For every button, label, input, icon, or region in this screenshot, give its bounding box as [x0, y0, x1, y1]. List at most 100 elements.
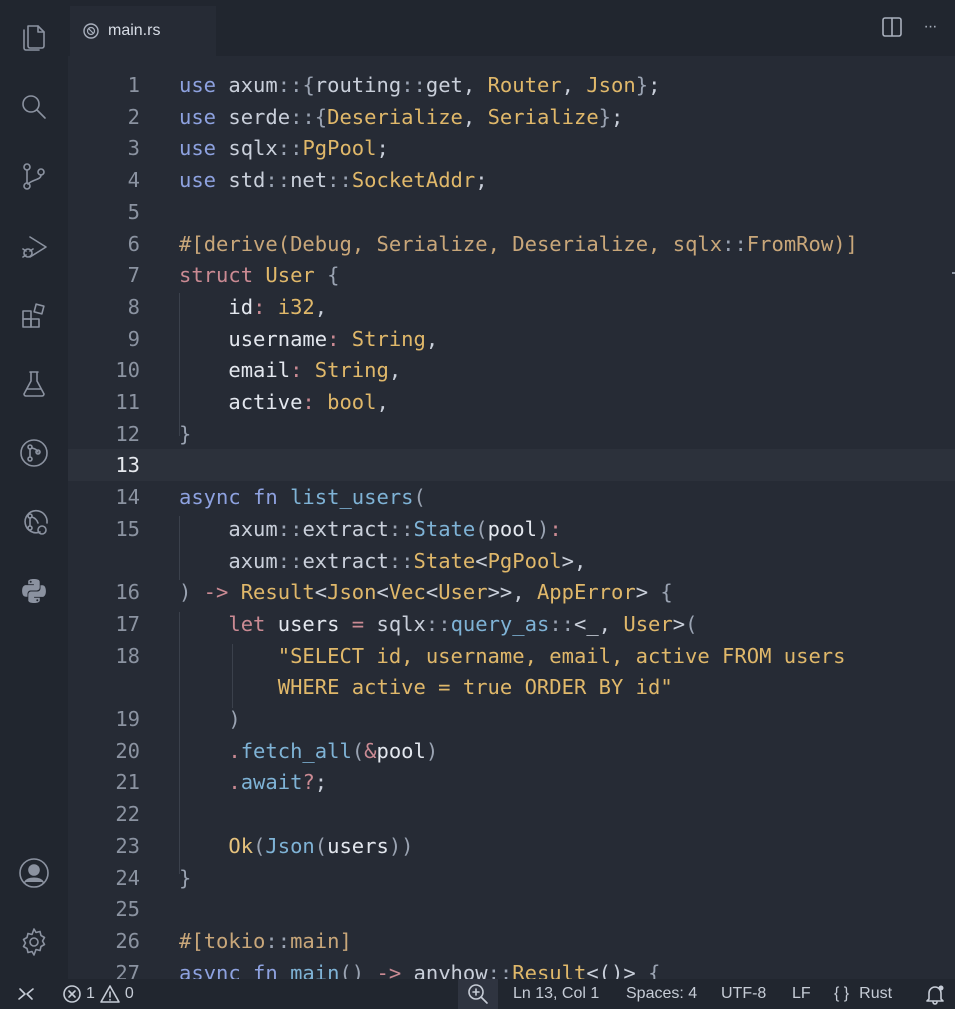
split-editor-icon[interactable]	[881, 16, 903, 38]
code-token: axum	[179, 548, 278, 573]
code-token: :	[253, 294, 278, 319]
code-line[interactable]: 5	[68, 196, 955, 228]
error-count: 1	[86, 985, 95, 1002]
code-line[interactable]: 23 Ok(Json(users))	[68, 830, 955, 862]
code-token: anyhow	[413, 960, 488, 979]
code-line[interactable]: 20 .fetch_all(&pool)	[68, 735, 955, 767]
line-number: 5	[127, 199, 140, 224]
code-text: username: String,	[179, 323, 438, 355]
code-line[interactable]: 3 use sqlx::PgPool;	[68, 132, 955, 164]
search-icon[interactable]	[14, 87, 54, 127]
code-token: State	[413, 548, 476, 573]
pull-requests-icon[interactable]	[14, 502, 54, 542]
code-token: User	[265, 263, 315, 288]
code-line[interactable]: 4 use std::net::SocketAddr;	[68, 164, 955, 196]
code-line[interactable]: 11 active: bool,	[68, 386, 955, 418]
code-text: #[derive(Debug, Serialize, Deserialize, …	[179, 228, 858, 260]
code-line[interactable]: 25	[68, 893, 955, 925]
problems-indicator[interactable]: 1 0	[62, 979, 134, 1009]
python-icon[interactable]	[14, 571, 54, 611]
code-text: use axum::{routing::get, Router, Json};	[179, 69, 660, 101]
code-line[interactable]: 19 )	[68, 703, 955, 735]
code-line[interactable]: 6 #[derive(Debug, Serialize, Deserialize,…	[68, 228, 955, 260]
cursor-position[interactable]: Ln 13, Col 1	[513, 979, 599, 1009]
code-token: SocketAddr	[351, 168, 476, 193]
code-token: sqlx	[672, 231, 723, 256]
code-token: >,	[561, 548, 587, 573]
code-line[interactable]: 8 id: i32,	[68, 291, 955, 323]
code-editor[interactable]: 1 use axum::{routing::get, Router, Json};…	[68, 56, 955, 979]
line-number: 9	[127, 326, 140, 351]
code-token: axum	[179, 516, 278, 541]
line-number: 15	[115, 516, 140, 541]
code-token: Deserialize	[512, 231, 649, 256]
code-line[interactable]: 16) -> Result<Json<Vec<User>>, AppError>…	[68, 576, 955, 608]
code-token: pool	[487, 516, 537, 541]
code-token: ::	[388, 516, 414, 541]
code-token: net	[290, 168, 328, 193]
language-label: Rust	[859, 985, 893, 1002]
code-line[interactable]: 15 axum::extract::State(pool):	[68, 513, 955, 545]
code-token: ::	[549, 611, 574, 636]
code-token: ->	[191, 580, 241, 605]
code-line[interactable]: 13	[68, 449, 955, 482]
code-token: ,	[648, 231, 673, 256]
bell-icon[interactable]	[924, 979, 946, 1009]
code-line[interactable]: 12}	[68, 418, 955, 450]
code-token: :	[302, 390, 328, 414]
code-text: use serde::{Deserialize, Serialize};	[179, 101, 623, 133]
code-token: users	[265, 611, 340, 636]
code-token: use	[179, 168, 217, 193]
explorer-icon[interactable]	[14, 17, 54, 57]
code-line[interactable]: 9 username: String,	[68, 323, 955, 355]
encoding[interactable]: UTF-8	[721, 979, 766, 1009]
line-number: 24	[115, 865, 140, 890]
code-token: {	[314, 104, 328, 129]
code-line[interactable]: 17 let users = sqlx::query_as::<_, User>…	[68, 608, 955, 640]
code-token: Json	[586, 73, 636, 97]
code-line[interactable]: 1 use axum::{routing::get, Router, Json};	[68, 69, 955, 101]
code-token: Serialize	[376, 231, 488, 256]
code-line[interactable]: 14 async fn list_users(	[68, 481, 955, 513]
tab-label: main.rs	[108, 22, 161, 39]
code-token: ;	[611, 104, 624, 129]
indentation[interactable]: Spaces: 4	[626, 979, 697, 1009]
language-mode[interactable]: { } Rust	[834, 979, 892, 1009]
code-token: Deserialize	[327, 104, 463, 129]
code-line[interactable]: 21 .await?;	[68, 766, 955, 798]
more-actions-icon[interactable]: ···	[919, 16, 941, 38]
testing-icon[interactable]	[14, 364, 54, 404]
git-graph-icon[interactable]	[14, 433, 54, 473]
code-token: let	[179, 611, 266, 636]
code-line[interactable]: 18 "SELECT id, username, email, active F…	[68, 640, 955, 672]
code-line[interactable]: axum::extract::State<PgPool>,	[68, 545, 955, 577]
code-token: ::	[722, 231, 747, 256]
code-token: Debug	[290, 231, 352, 256]
remote-icon[interactable]	[16, 979, 36, 1009]
code-line[interactable]: 27 async fn main() -> anyhow::Result<()> …	[68, 957, 955, 979]
code-token: ;	[314, 770, 328, 795]
code-token: tokio	[203, 928, 266, 953]
settings-gear-icon[interactable]	[14, 922, 54, 962]
activity-bar	[0, 0, 68, 979]
code-line[interactable]: 7 struct User {	[68, 259, 955, 291]
zoom-icon[interactable]	[458, 979, 498, 1009]
code-line[interactable]: 22	[68, 798, 955, 830]
code-line[interactable]: WHERE active = true ORDER BY id"	[68, 671, 955, 703]
run-debug-icon[interactable]	[14, 227, 54, 267]
code-line[interactable]: 26 #[tokio::main]	[68, 925, 955, 957]
code-token: main	[290, 928, 340, 953]
code-line[interactable]: 10 email: String,	[68, 354, 955, 386]
end-of-line[interactable]: LF	[792, 979, 811, 1009]
code-line[interactable]: 24}	[68, 862, 955, 894]
account-icon[interactable]	[14, 853, 54, 893]
code-token: Serialize	[487, 104, 599, 129]
code-line[interactable]: 2 use serde::{Deserialize, Serialize};	[68, 101, 955, 133]
code-token: ]	[339, 928, 352, 953]
extensions-icon[interactable]	[14, 295, 54, 335]
code-token: <()>	[586, 960, 649, 979]
source-control-icon[interactable]	[14, 156, 54, 196]
code-token: ,	[376, 390, 389, 414]
code-token: serde	[216, 104, 291, 129]
tab-main-rs[interactable]: main.rs	[70, 6, 216, 56]
